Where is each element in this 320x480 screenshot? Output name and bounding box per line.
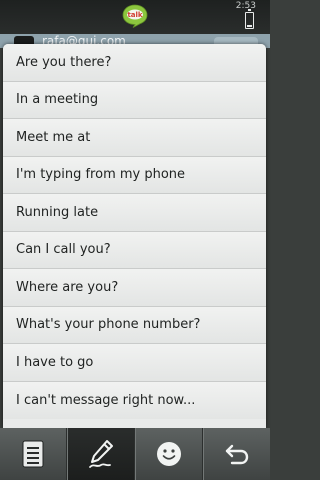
menu-item-i-have-to-go[interactable]: I have to go bbox=[3, 344, 266, 382]
menu-item-cant-message-now[interactable]: I can't message right now... bbox=[3, 381, 266, 419]
back-button[interactable] bbox=[203, 428, 270, 480]
emoticon-button[interactable] bbox=[135, 428, 203, 480]
menu-button[interactable] bbox=[0, 428, 67, 480]
bottom-toolbar bbox=[0, 428, 270, 480]
pen-write-icon bbox=[89, 440, 113, 468]
smiley-icon bbox=[157, 442, 181, 466]
menu-item-in-a-meeting[interactable]: In a meeting bbox=[3, 81, 266, 119]
menu-item-phone-number[interactable]: What's your phone number? bbox=[3, 306, 266, 344]
menu-item-typing-from-phone[interactable]: I'm typing from my phone bbox=[3, 156, 266, 194]
write-button[interactable] bbox=[67, 428, 135, 480]
chat-talk-logo-icon: talk bbox=[122, 4, 148, 28]
chat-talk-logo-text: talk bbox=[127, 11, 142, 19]
battery-icon bbox=[245, 9, 254, 29]
menu-item-are-you-there[interactable]: Are you there? bbox=[3, 44, 266, 82]
menu-item-where-are-you[interactable]: Where are you? bbox=[3, 269, 266, 307]
menu-item-can-i-call-you[interactable]: Can I call you? bbox=[3, 231, 266, 269]
menu-item-running-late[interactable]: Running late bbox=[3, 194, 266, 232]
status-bar: talk 2:53 bbox=[0, 0, 270, 34]
quick-reply-menu: Are you there? In a meeting Meet me at I… bbox=[3, 44, 266, 428]
status-time: 2:53 bbox=[235, 1, 256, 11]
menu-item-meet-me-at[interactable]: Meet me at bbox=[3, 119, 266, 157]
menu-list-icon bbox=[22, 440, 44, 468]
back-arrow-icon bbox=[225, 444, 249, 465]
